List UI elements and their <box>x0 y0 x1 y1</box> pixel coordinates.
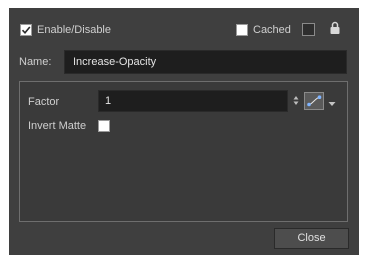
cached-checkbox[interactable] <box>236 24 248 36</box>
function-curve-button[interactable] <box>304 92 324 110</box>
invert-matte-label: Invert Matte <box>28 120 87 132</box>
cached-label: Cached <box>253 24 291 36</box>
lock-icon[interactable] <box>330 21 340 38</box>
invert-matte-checkbox[interactable] <box>98 120 110 132</box>
factor-input[interactable]: 1 <box>98 90 288 112</box>
enable-label: Enable/Disable <box>37 24 111 36</box>
parameters-group: Factor 1 Invert Matte <box>19 81 348 222</box>
cached-indicator[interactable] <box>302 23 315 36</box>
layer-properties-dialog: Enable/Disable Cached Name: Increase-Opa… <box>9 8 359 255</box>
close-button[interactable]: Close <box>274 228 349 249</box>
name-input[interactable]: Increase-Opacity <box>64 50 347 74</box>
name-label: Name: <box>19 56 52 68</box>
function-curve-icon <box>307 95 322 107</box>
factor-label: Factor <box>28 96 60 108</box>
chevron-down-icon[interactable] <box>328 98 336 110</box>
spinner-arrows-icon[interactable] <box>293 95 299 109</box>
checkmark-icon <box>21 26 31 35</box>
enable-checkbox[interactable] <box>20 24 32 36</box>
